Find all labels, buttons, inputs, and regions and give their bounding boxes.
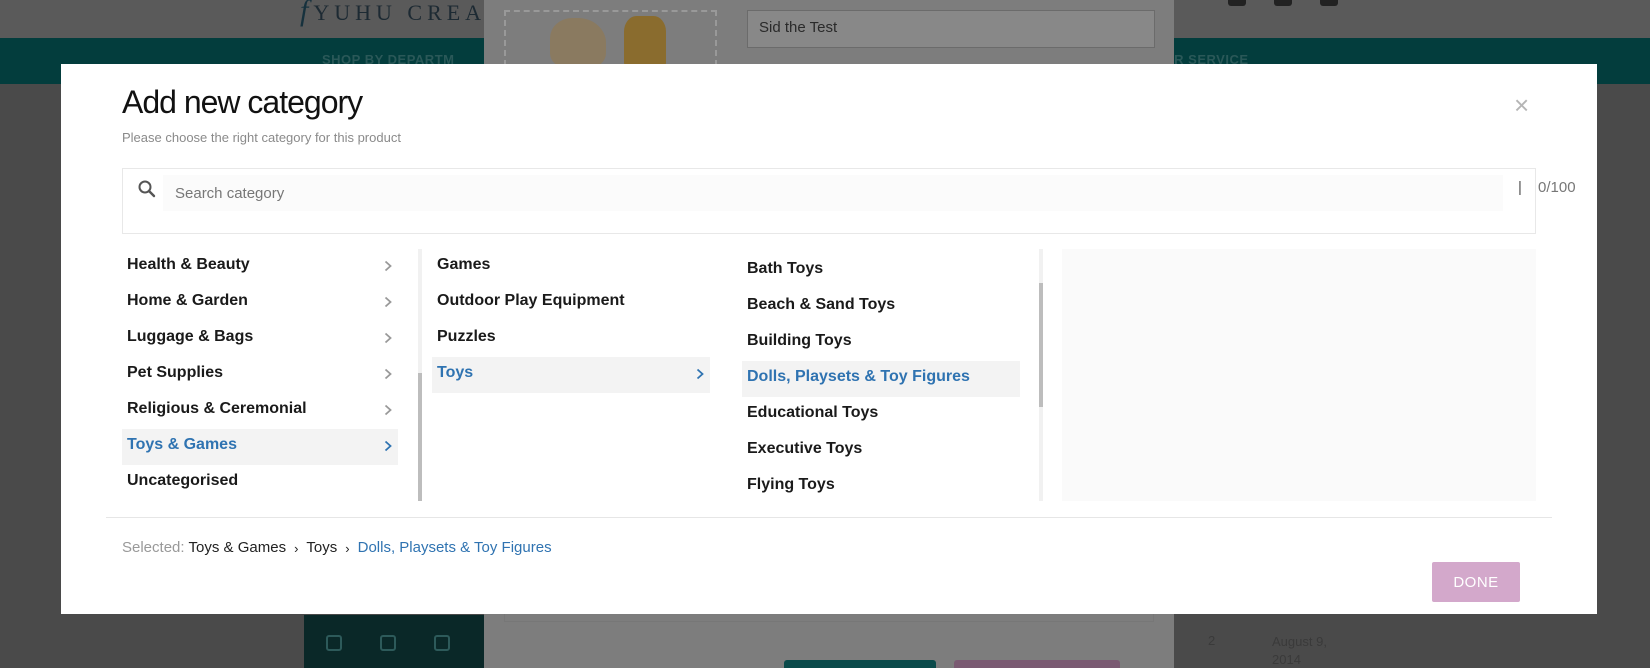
- chevron-right-icon: [382, 440, 394, 452]
- modal-title: Add new category: [122, 84, 363, 120]
- category-item-label: Outdoor Play Equipment: [437, 292, 625, 309]
- category-item-label: Games: [437, 256, 491, 273]
- level3-scrollbar[interactable]: [1039, 249, 1043, 501]
- level1-scrollbar[interactable]: [418, 249, 422, 501]
- breadcrumb-separator-icon: ›: [345, 541, 350, 556]
- category-item-label: Flying Toys: [747, 476, 835, 493]
- table-cell-qty: 2: [1208, 633, 1216, 648]
- category-search: | 0/100: [122, 168, 1576, 234]
- chevron-right-icon: [382, 296, 394, 308]
- category-item[interactable]: Executive Toys: [742, 433, 1020, 469]
- header-icons: [1228, 0, 1338, 6]
- breadcrumb-item: Toys & Games: [188, 539, 287, 556]
- search-icon: [138, 180, 156, 198]
- category-item-label: Executive Toys: [747, 440, 863, 457]
- category-item[interactable]: Bath Toys: [742, 253, 1020, 289]
- category-item[interactable]: Health & Beauty: [122, 249, 398, 285]
- category-item[interactable]: Flying Toys: [742, 469, 1020, 505]
- category-item[interactable]: Dolls, Playsets & Toy Figures: [742, 361, 1020, 397]
- breadcrumb-separator-icon: ›: [294, 541, 299, 556]
- footer-divider: [106, 517, 1552, 518]
- cart-icon: [1320, 0, 1338, 6]
- product-image-thumb: [624, 16, 666, 68]
- category-item[interactable]: Luggage & Bags: [122, 321, 398, 357]
- product-image-thumb: [550, 18, 606, 68]
- external-link-icon: [326, 635, 342, 651]
- chevron-right-icon: [694, 368, 706, 380]
- category-item[interactable]: Home & Garden: [122, 285, 398, 321]
- category-item[interactable]: Religious & Ceremonial: [122, 393, 398, 429]
- category-item[interactable]: Outdoor Play Equipment: [432, 285, 710, 321]
- category-columns: Health & Beauty Home & Garden Luggage & Ba…: [122, 249, 1536, 501]
- category-item[interactable]: Toys & Games: [122, 429, 398, 465]
- category-item-label: Beach & Sand Toys: [747, 296, 896, 313]
- chevron-right-icon: [382, 404, 394, 416]
- product-image-dropzone: [504, 10, 717, 68]
- category-item-label: Dolls, Playsets & Toy Figures: [747, 368, 970, 385]
- category-item-label: Uncategorised: [127, 472, 239, 489]
- modal-subtitle: Please choose the right category for thi…: [122, 130, 401, 145]
- close-button[interactable]: ×: [1514, 92, 1529, 118]
- chevron-right-icon: [382, 368, 394, 380]
- category-item-label: Toys: [437, 364, 474, 381]
- category-item[interactable]: Toys: [432, 357, 710, 393]
- category-item-label: Pet Supplies: [127, 364, 224, 381]
- category-column-level1: Health & Beauty Home & Garden Luggage & Ba…: [122, 249, 410, 501]
- category-column-level4-empty: [1062, 249, 1536, 501]
- category-item[interactable]: Pet Supplies: [122, 357, 398, 393]
- scroll-thumb[interactable]: [418, 373, 422, 501]
- category-item[interactable]: Puzzles: [432, 321, 710, 357]
- breadcrumb-item-current: Dolls, Playsets & Toy Figures: [357, 539, 552, 556]
- user-icon: [380, 635, 396, 651]
- selected-breadcrumb: Selected: Toys & Games › Toys › Dolls, P…: [122, 539, 552, 556]
- category-item[interactable]: Uncategorised: [122, 465, 398, 501]
- category-column-level2: Games Outdoor Play Equipment Puzzles Toys: [432, 249, 722, 501]
- background-secondary-button: [954, 660, 1120, 668]
- category-item[interactable]: Building Toys: [742, 325, 1020, 361]
- search-counter-separator: |: [1518, 179, 1522, 196]
- category-item[interactable]: Games: [432, 249, 710, 285]
- breadcrumb-item: Toys: [306, 539, 338, 556]
- wishlist-icon: [1228, 0, 1246, 6]
- chevron-right-icon: [382, 260, 394, 272]
- account-icon: [1274, 0, 1292, 6]
- table-cell-date: August 9, 2014: [1272, 634, 1327, 667]
- category-item-label: Puzzles: [437, 328, 496, 345]
- category-item-label: Health & Beauty: [127, 256, 250, 273]
- selected-label: Selected:: [122, 539, 185, 556]
- category-item-label: Educational Toys: [747, 404, 879, 421]
- category-item-label: Toys & Games: [127, 436, 237, 453]
- background-primary-button: [784, 660, 936, 668]
- category-item-label: Religious & Ceremonial: [127, 400, 307, 417]
- search-input[interactable]: [163, 175, 1503, 211]
- category-item-label: Luggage & Bags: [127, 328, 254, 345]
- category-item-label: Bath Toys: [747, 260, 824, 277]
- power-icon: [434, 635, 450, 651]
- search-char-counter: 0/100: [1538, 179, 1576, 196]
- category-column-level3: Bath Toys Beach & Sand Toys Building Toys D…: [742, 249, 1032, 501]
- chevron-right-icon: [382, 332, 394, 344]
- add-category-modal: Add new category Please choose the right…: [61, 64, 1597, 614]
- scroll-thumb[interactable]: [1039, 283, 1043, 407]
- product-name-field: Sid the Test: [747, 10, 1155, 48]
- category-item-label: Home & Garden: [127, 292, 248, 309]
- background-sidebar-footer: [304, 615, 484, 668]
- category-item[interactable]: Educational Toys: [742, 397, 1020, 433]
- category-item[interactable]: Beach & Sand Toys: [742, 289, 1020, 325]
- done-button[interactable]: DONE: [1432, 562, 1520, 602]
- category-item-label: Building Toys: [747, 332, 852, 349]
